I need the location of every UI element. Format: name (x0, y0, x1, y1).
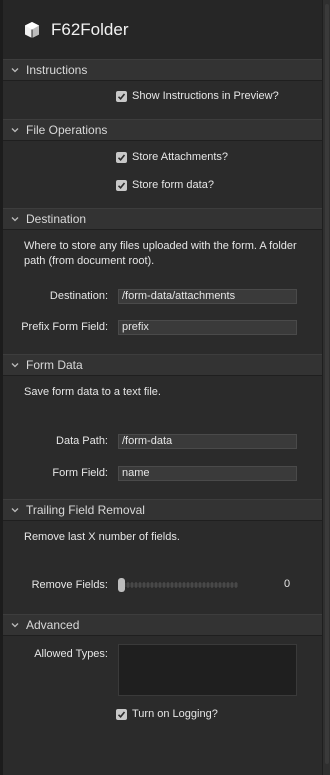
title-bar: F62Folder (3, 0, 322, 60)
section-label: Form Data (26, 358, 83, 372)
prefix-form-field-input[interactable]: prefix (118, 320, 297, 335)
remove-fields-slider[interactable] (118, 578, 240, 592)
scrollbar[interactable] (322, 0, 330, 775)
checkmark-icon (117, 92, 126, 100)
section-label: Instructions (26, 63, 88, 77)
store-form-data-checkbox[interactable]: Store form data? (116, 179, 214, 191)
checkbox-label: Store Attachments? (132, 151, 228, 163)
chevron-down-icon (11, 68, 19, 73)
checkbox-checked[interactable] (116, 179, 127, 191)
checkmark-icon (117, 181, 126, 189)
section-label: File Operations (26, 123, 108, 137)
destination-label: Destination: (49, 290, 108, 302)
data-path-field[interactable]: /form-data (118, 434, 297, 449)
checkmark-icon (117, 710, 126, 718)
chevron-down-icon (11, 128, 19, 133)
slider-knob[interactable] (118, 578, 125, 592)
checkbox-label: Turn on Logging? (132, 708, 218, 720)
checkbox-checked[interactable] (116, 708, 127, 720)
destination-description: Where to store any files uploaded with t… (24, 240, 297, 267)
cube-icon (25, 22, 39, 38)
section-header-advanced[interactable]: Advanced (3, 614, 322, 636)
section-label: Advanced (26, 618, 80, 632)
turn-on-logging-checkbox[interactable]: Turn on Logging? (116, 708, 218, 720)
prefix-form-field-label: Prefix Form Field: (21, 321, 108, 333)
checkbox-label: Store form data? (132, 179, 214, 191)
scrollbar-thumb[interactable] (325, 4, 329, 764)
form-field-label: Form Field: (52, 467, 108, 479)
checkmark-icon (117, 153, 126, 161)
store-attachments-checkbox[interactable]: Store Attachments? (116, 151, 228, 163)
checkbox-label: Show Instructions in Preview? (132, 90, 279, 102)
remove-fields-value: 0 (284, 578, 291, 590)
chevron-down-icon (11, 363, 19, 368)
section-header-form-data[interactable]: Form Data (3, 354, 322, 376)
checkbox-checked[interactable] (116, 90, 127, 102)
chevron-down-icon (11, 623, 19, 628)
allowed-types-label: Allowed Types: (34, 648, 108, 660)
allowed-types-textarea[interactable] (118, 644, 297, 696)
section-header-instructions[interactable]: Instructions (3, 59, 322, 81)
data-path-label: Data Path: (56, 435, 108, 447)
checkbox-checked[interactable] (116, 151, 127, 163)
destination-field[interactable]: /form-data/attachments (118, 289, 297, 304)
form-field-input[interactable]: name (118, 466, 297, 481)
slider-ticks (123, 582, 237, 588)
section-label: Destination (26, 212, 87, 226)
chevron-down-icon (11, 508, 19, 513)
trailing-description: Remove last X number of fields. (24, 531, 180, 543)
chevron-down-icon (11, 217, 19, 222)
remove-fields-label: Remove Fields: (31, 579, 108, 591)
section-label: Trailing Field Removal (26, 503, 145, 517)
section-header-file-operations[interactable]: File Operations (3, 119, 322, 141)
form-data-description: Save form data to a text file. (24, 386, 161, 398)
section-header-trailing-field-removal[interactable]: Trailing Field Removal (3, 499, 322, 521)
section-header-destination[interactable]: Destination (3, 208, 322, 230)
show-instructions-checkbox[interactable]: Show Instructions in Preview? (116, 90, 279, 102)
page-title: F62Folder (51, 20, 129, 39)
